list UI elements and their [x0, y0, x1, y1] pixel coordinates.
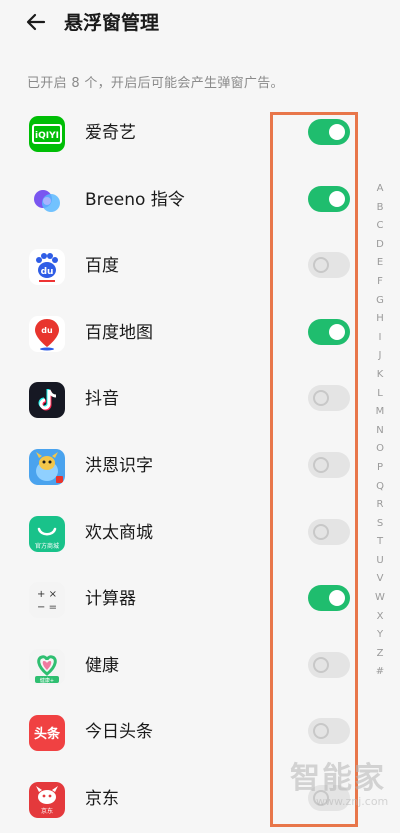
index-letter[interactable]: L [372, 385, 388, 404]
index-letter[interactable]: K [372, 366, 388, 385]
index-letter[interactable]: M [372, 403, 388, 422]
toggle-knob [313, 456, 329, 473]
toggle-knob [313, 723, 329, 740]
toggle-toutiao[interactable] [308, 718, 350, 745]
baidu-logo-text: du [41, 267, 54, 277]
baidu-map-logo-text: du [41, 326, 53, 335]
list-item: 头条 今日头条 [0, 699, 400, 766]
toggle-breeno[interactable] [308, 185, 350, 212]
list-item: 抖音 [0, 366, 400, 433]
index-letter[interactable]: B [372, 199, 388, 218]
app-name: Breeno 指令 [85, 189, 185, 210]
toggle-health[interactable] [308, 651, 350, 678]
breeno-icon [29, 183, 65, 219]
page-title: 悬浮窗管理 [64, 12, 160, 34]
index-letter[interactable]: C [372, 217, 388, 236]
app-name: 计算器 [85, 589, 136, 610]
hongen-icon [29, 448, 65, 485]
arrow-left-icon[interactable] [24, 10, 48, 34]
health-logo-text: 健康+ [40, 677, 54, 684]
baidu-map-icon: du [29, 315, 65, 352]
toggle-knob [313, 523, 329, 540]
alphabet-index[interactable]: A B C D E F G H I J K L M N O P Q R S T U V W X Y Z # [372, 180, 388, 682]
toggle-iqiyi[interactable] [308, 119, 350, 145]
toggle-heytap-mall[interactable] [308, 518, 350, 545]
toggle-knob [329, 323, 345, 340]
index-letter[interactable]: F [372, 273, 388, 292]
list-item: Breeno 指令 [0, 167, 400, 234]
heytap-mall-icon: 官方商城 [29, 515, 65, 552]
jd-icon: 京东 [29, 781, 65, 818]
index-letter[interactable]: Y [372, 626, 388, 645]
list-item: 健康+ 健康 [0, 633, 400, 700]
index-letter[interactable]: H [372, 310, 388, 329]
iqiyi-icon: iQIYI [29, 116, 65, 152]
app-name: 今日头条 [85, 722, 153, 743]
index-letter[interactable]: I [372, 329, 388, 348]
watermark: 智能家 www.znj.com [290, 761, 388, 808]
index-letter[interactable]: V [372, 570, 388, 589]
toutiao-logo-text: 头条 [34, 726, 61, 742]
index-letter[interactable]: D [372, 236, 388, 255]
list-item: 官方商城 欢太商城 [0, 500, 400, 567]
list-item: iQIYI 爱奇艺 [0, 100, 400, 167]
app-name: 京东 [85, 788, 119, 809]
index-letter[interactable]: P [372, 459, 388, 478]
index-letter[interactable]: O [372, 440, 388, 459]
list-item: du 百度地图 [0, 300, 400, 367]
index-letter[interactable]: T [372, 533, 388, 552]
index-letter[interactable]: # [372, 663, 388, 682]
app-name: 百度地图 [85, 322, 153, 343]
app-name: 百度 [85, 256, 119, 277]
list-item: 洪恩识字 [0, 433, 400, 500]
app-name: 洪恩识字 [85, 455, 153, 476]
calc-bottom-symbols: − = [37, 602, 57, 613]
index-letter[interactable]: U [372, 552, 388, 571]
app-name: 欢太商城 [85, 522, 153, 543]
toggle-knob [313, 257, 329, 274]
watermark-text: 智能家 [290, 761, 386, 796]
app-list: iQIYI 爱奇艺 Breeno 指令 du 百度 du 百度地图 抖音 洪恩识… [0, 100, 400, 833]
index-letter[interactable]: X [372, 608, 388, 627]
douyin-icon [29, 382, 65, 419]
index-letter[interactable]: S [372, 515, 388, 534]
toggle-knob [329, 124, 345, 140]
header: 悬浮窗管理 [0, 0, 400, 48]
index-letter[interactable]: G [372, 292, 388, 311]
index-letter[interactable]: A [372, 180, 388, 199]
toggle-baidu[interactable] [308, 252, 350, 279]
toggle-knob [329, 590, 345, 607]
index-letter[interactable]: W [372, 589, 388, 608]
iqiyi-logo-text: iQIYI [35, 131, 59, 141]
index-letter[interactable]: N [372, 422, 388, 441]
index-letter[interactable]: J [372, 347, 388, 366]
index-letter[interactable]: R [372, 496, 388, 515]
calc-top-symbols: + × [37, 589, 57, 600]
calculator-icon: + × − = [29, 582, 65, 619]
index-letter[interactable]: E [372, 254, 388, 273]
enabled-count-note: 已开启 8 个，开启后可能会产生弹窗广告。 [27, 76, 284, 91]
toggle-hongen[interactable] [308, 451, 350, 478]
app-name: 健康 [85, 655, 119, 676]
app-name: 抖音 [85, 389, 119, 410]
toggle-knob [329, 190, 345, 207]
toggle-knob [313, 390, 329, 407]
index-letter[interactable]: Z [372, 645, 388, 664]
app-name: 爱奇艺 [85, 123, 136, 143]
watermark-url: www.znj.com [316, 795, 389, 808]
index-letter[interactable]: Q [372, 478, 388, 497]
health-icon: 健康+ [29, 648, 65, 685]
toggle-knob [313, 656, 329, 673]
list-item: + × − = 计算器 [0, 566, 400, 633]
toggle-baidu-map[interactable] [308, 318, 350, 345]
baidu-icon: du [29, 249, 65, 286]
toggle-douyin[interactable] [308, 385, 350, 412]
mall-logo-text: 官方商城 [35, 542, 59, 550]
toggle-calculator[interactable] [308, 585, 350, 612]
list-item: du 百度 [0, 233, 400, 300]
jd-logo-text: 京东 [41, 807, 53, 815]
toutiao-icon: 头条 [29, 715, 65, 752]
